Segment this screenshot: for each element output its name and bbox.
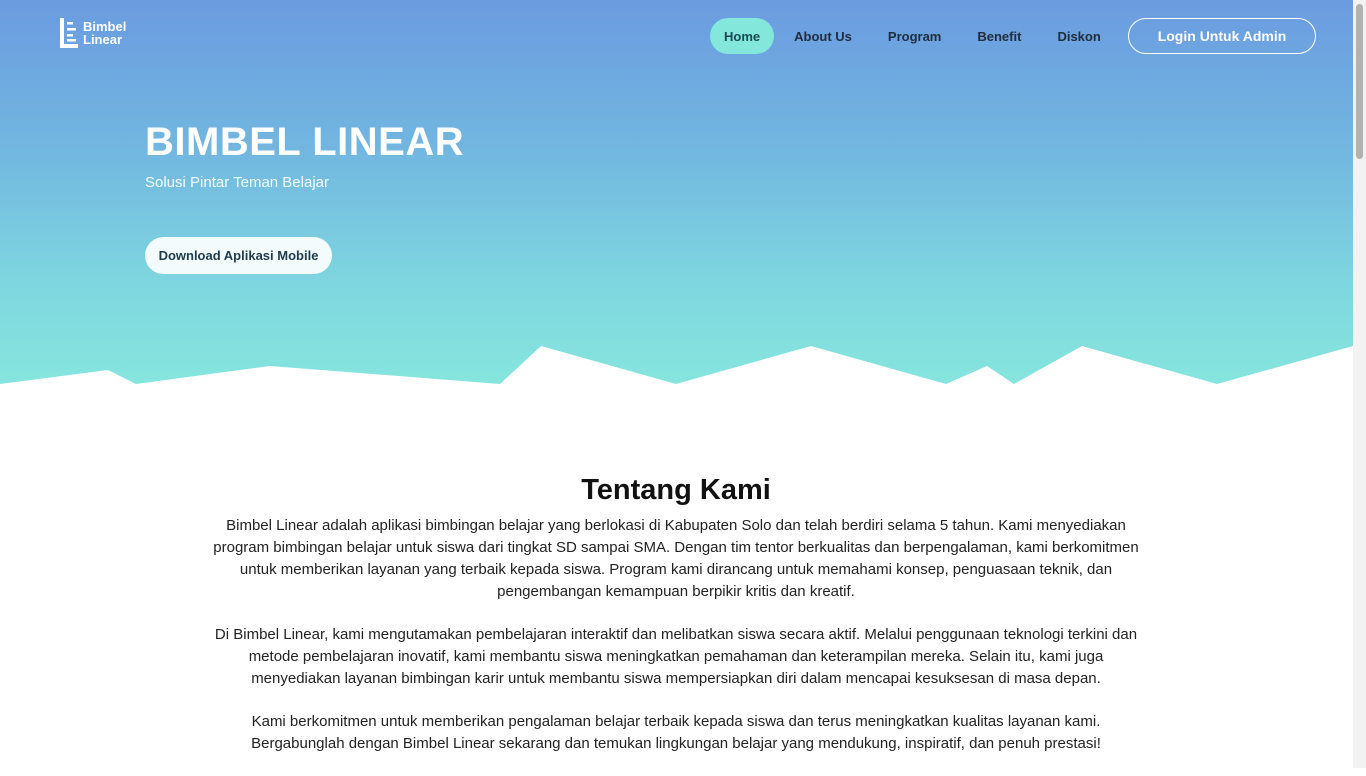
hero-subtitle: Solusi Pintar Teman Belajar <box>145 174 329 191</box>
download-app-button[interactable]: Download Aplikasi Mobile <box>145 237 332 274</box>
bars-logo-icon <box>60 18 78 48</box>
nav-program[interactable]: Program <box>872 18 957 54</box>
hero-wave-divider <box>0 346 1353 400</box>
about-paragraph-3: Kami berkomitmen untuk memberikan pengal… <box>251 713 1101 752</box>
about-paragraph-1: Bimbel Linear adalah aplikasi bimbingan … <box>213 517 1139 600</box>
nav-diskon[interactable]: Diskon <box>1041 18 1116 54</box>
nav-benefit[interactable]: Benefit <box>961 18 1037 54</box>
main-nav: Home About Us Program Benefit Diskon <box>710 18 1121 54</box>
scrollbar-thumb[interactable] <box>1356 4 1363 159</box>
brand-logo[interactable]: Bimbel Linear <box>60 18 126 48</box>
about-title: Tentang Kami <box>581 474 771 506</box>
brand-name: Bimbel Linear <box>83 20 126 46</box>
about-paragraph-2: Di Bimbel Linear, kami mengutamakan pemb… <box>214 626 1138 687</box>
hero-section: Bimbel Linear Home About Us Program Bene… <box>0 0 1353 400</box>
nav-home[interactable]: Home <box>710 18 775 54</box>
nav-about-us[interactable]: About Us <box>778 18 868 54</box>
login-admin-button[interactable]: Login Untuk Admin <box>1128 18 1316 54</box>
page-scrollbar[interactable] <box>1353 0 1366 768</box>
hero-title: BIMBEL LINEAR <box>145 120 465 164</box>
brand-name-line2: Linear <box>83 32 123 47</box>
about-section: Tentang Kami Bimbel Linear adalah aplika… <box>210 474 1142 776</box>
